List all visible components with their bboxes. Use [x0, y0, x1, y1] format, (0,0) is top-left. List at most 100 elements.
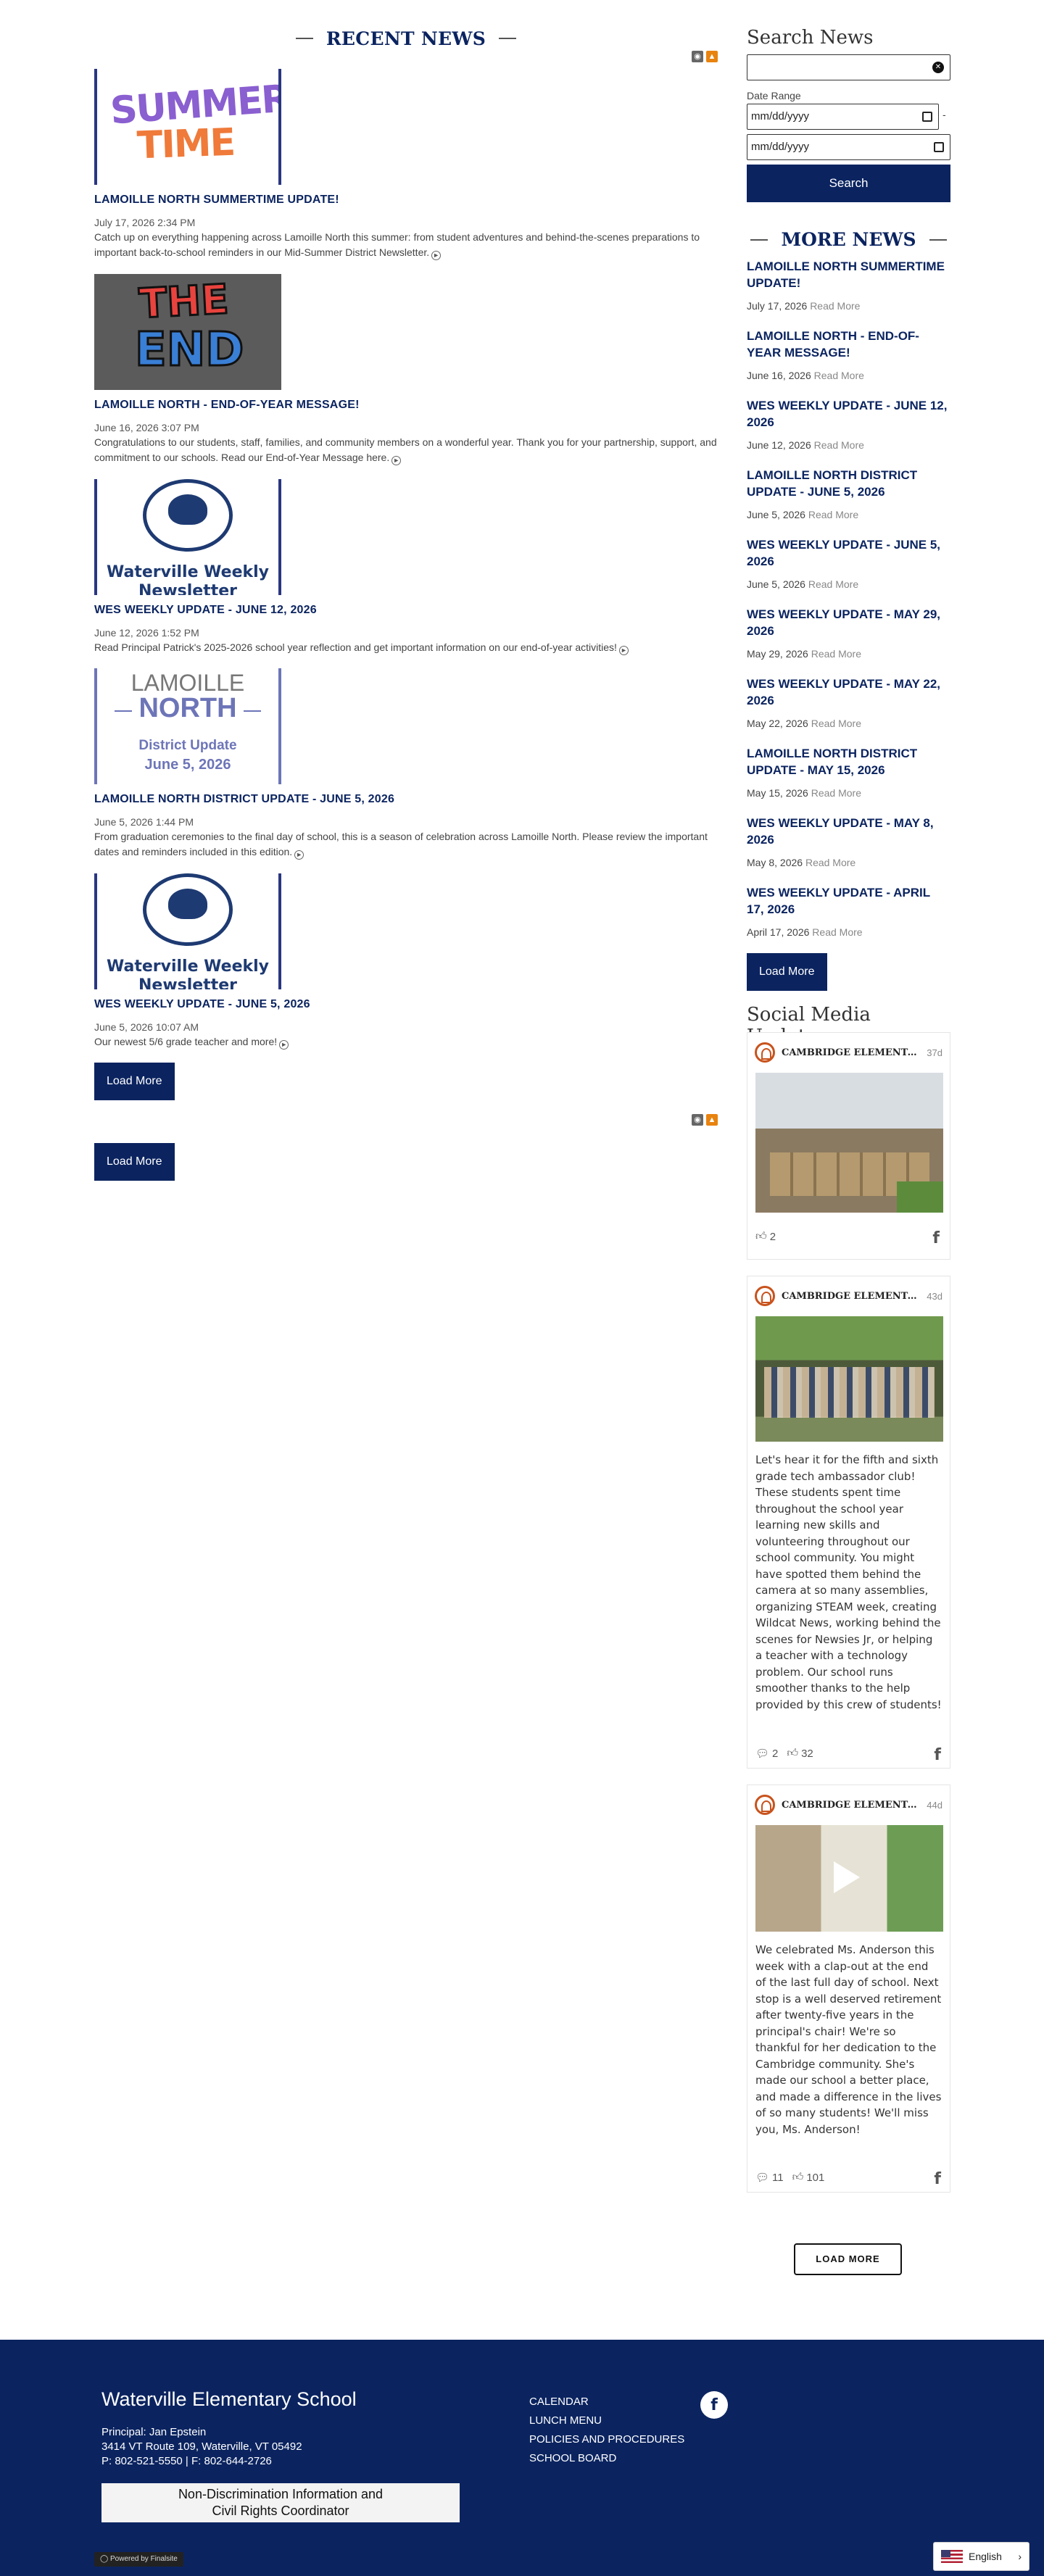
facebook-icon[interactable]: f [700, 2391, 728, 2419]
start-date-input[interactable]: mm/dd/yyyy [747, 104, 939, 130]
news-load-more-button-2[interactable]: Load More [94, 1143, 175, 1181]
more-news-title[interactable]: LAMOILLE NORTH DISTRICT UPDATE - JUNE 5,… [747, 467, 950, 500]
read-more-icon[interactable]: ► [294, 850, 304, 860]
language-selector[interactable]: English › [933, 2542, 1030, 2571]
read-more-icon[interactable]: ► [279, 1040, 289, 1050]
bell-icon[interactable]: ▲ [706, 1114, 718, 1126]
post-title[interactable]: LAMOILLE NORTH - END-OF-YEAR MESSAGE! [94, 399, 718, 412]
news-post: LAMOILLE NORTH District Update June 5, 2… [94, 668, 718, 860]
calendar-icon[interactable] [922, 112, 932, 122]
footer-link-school-board[interactable]: SCHOOL BOARD [529, 2449, 684, 2468]
news-post: THE END LAMOILLE NORTH - END-OF-YEAR MES… [94, 274, 718, 465]
read-more-icon[interactable]: ► [431, 251, 442, 260]
post-title[interactable]: LAMOILLE NORTH DISTRICT UPDATE - JUNE 5,… [94, 793, 718, 806]
footer-school-name: Waterville Elementary School [102, 2388, 357, 2410]
post-thumbnail[interactable]: LAMOILLE NORTH District Update June 5, 2… [94, 668, 281, 784]
read-more-link[interactable]: Read More [812, 926, 862, 938]
read-more-link[interactable]: Read More [810, 300, 860, 312]
social-post: CAMBRIDGE ELEMENTARY SCHOOL 43d Let's he… [747, 1276, 950, 1769]
comments-value: 11 [772, 2171, 784, 2184]
more-news-date: July 17, 2026 Read More [747, 300, 950, 312]
read-more-icon[interactable]: ► [618, 646, 629, 655]
social-post-image[interactable] [755, 1316, 943, 1442]
date-text: May 22, 2026 [747, 718, 808, 729]
date-text: June 5, 2026 [747, 509, 805, 520]
nondiscrimination-button[interactable]: Non-Discrimination Information and Civil… [102, 2483, 460, 2522]
post-thumbnail[interactable]: Waterville Weekly Newsletter [94, 873, 281, 989]
post-thumbnail[interactable]: SUMMER TIME [94, 69, 281, 185]
footer-phone[interactable]: P: 802-521-5550 | F: 802-644-2726 [102, 2454, 302, 2469]
footer-contact: Principal: Jan Epstein 3414 VT Route 109… [102, 2425, 302, 2469]
heading-rule-left [750, 238, 768, 241]
news-load-more-button[interactable]: Load More [94, 1063, 175, 1100]
footer-link-lunch-menu[interactable]: LUNCH MENU [529, 2411, 684, 2430]
facebook-icon[interactable]: f [934, 2170, 941, 2188]
powered-by-badge[interactable]: ◯ Powered by Finalsite [94, 2552, 183, 2567]
read-more-link[interactable]: Read More [811, 718, 861, 729]
news-load-more-wrap: Load More [94, 1063, 175, 1100]
search-button[interactable]: Search [747, 165, 950, 202]
more-news-title[interactable]: WES WEEKLY UPDATE - JUNE 5, 2026 [747, 536, 950, 570]
read-more-link[interactable]: Read More [811, 648, 861, 660]
post-title[interactable]: WES WEEKLY UPDATE - JUNE 5, 2026 [94, 998, 718, 1011]
play-icon[interactable] [834, 1861, 860, 1893]
more-news-title[interactable]: LAMOILLE NORTH - END-OF-YEAR MESSAGE! [747, 328, 950, 361]
facebook-icon[interactable]: f [932, 1229, 940, 1247]
read-more-link[interactable]: Read More [808, 578, 858, 590]
footer-link-policies[interactable]: POLICIES AND PROCEDURES [529, 2430, 684, 2449]
read-more-link[interactable]: Read More [811, 787, 861, 799]
read-more-link[interactable]: Read More [808, 509, 858, 520]
footer-link-calendar[interactable]: CALENDAR [529, 2393, 684, 2411]
post-title[interactable]: LAMOILLE NORTH SUMMERTIME UPDATE! [94, 194, 718, 207]
more-news-title[interactable]: WES WEEKLY UPDATE - APRIL 17, 2026 [747, 884, 950, 918]
more-news-title[interactable]: WES WEEKLY UPDATE - JUNE 12, 2026 [747, 397, 950, 431]
more-news-title[interactable]: WES WEEKLY UPDATE - MAY 29, 2026 [747, 606, 950, 639]
recent-news-heading: RECENT NEWS [326, 28, 486, 49]
post-thumbnail[interactable]: Waterville Weekly Newsletter [94, 479, 281, 595]
summary-text: Catch up on everything happening across … [94, 231, 700, 258]
social-post-video[interactable] [755, 1825, 943, 1932]
bell-icon[interactable]: ▲ [706, 51, 718, 62]
post-thumbnail[interactable]: THE END [94, 274, 281, 390]
search-input[interactable]: ✕ [747, 54, 950, 80]
more-news-title[interactable]: LAMOILLE NORTH SUMMERTIME UPDATE! [747, 258, 950, 291]
more-news-title[interactable]: WES WEEKLY UPDATE - MAY 8, 2026 [747, 815, 950, 848]
social-post-footer: 💬︎ 11 👍︎ 101 f [747, 2163, 951, 2192]
footer-address[interactable]: 3414 VT Route 109, Waterville, VT 05492 [102, 2440, 302, 2454]
social-post-age: 43d [927, 1290, 942, 1302]
read-more-link[interactable]: Read More [805, 857, 856, 868]
date-text: April 17, 2026 [747, 926, 810, 938]
read-more-link[interactable]: Read More [814, 370, 864, 381]
more-news-item: LAMOILLE NORTH - END-OF-YEAR MESSAGE! Ju… [747, 328, 950, 381]
calendar-icon[interactable] [934, 142, 944, 152]
read-more-link[interactable]: Read More [814, 439, 864, 451]
social-load-more-button[interactable]: LOAD MORE [794, 2243, 902, 2275]
more-news-load-more-button[interactable]: Load More [747, 953, 827, 991]
post-summary: From graduation ceremonies to the final … [94, 829, 718, 860]
post-date: June 5, 2026 1:44 PM [94, 816, 194, 828]
end-date-input[interactable]: mm/dd/yyyy [747, 134, 950, 160]
social-account-name[interactable]: CAMBRIDGE ELEMENTARY SCHOOL [782, 1047, 922, 1058]
social-post-image[interactable] [755, 1073, 943, 1213]
more-news-title[interactable]: LAMOILLE NORTH DISTRICT UPDATE - MAY 15,… [747, 745, 950, 778]
more-news-item: WES WEEKLY UPDATE - MAY 8, 2026 May 8, 2… [747, 815, 950, 868]
heading-rule-right [929, 238, 947, 241]
recent-news-header: RECENT NEWS [94, 28, 718, 49]
rss-icon[interactable]: ◉ [692, 1114, 703, 1126]
more-news-title[interactable]: WES WEEKLY UPDATE - MAY 22, 2026 [747, 676, 950, 709]
facebook-icon[interactable]: f [934, 1746, 941, 1764]
read-more-icon[interactable]: ► [392, 456, 402, 465]
thumbnail-text: District Update [138, 738, 237, 753]
date-text: June 12, 2026 [747, 439, 811, 451]
rss-icon[interactable]: ◉ [692, 51, 703, 62]
more-news-date: April 17, 2026 Read More [747, 926, 950, 938]
date-range-label: Date Range [747, 90, 801, 101]
clear-icon[interactable]: ✕ [932, 62, 944, 73]
post-title[interactable]: WES WEEKLY UPDATE - JUNE 12, 2026 [94, 604, 718, 617]
more-news-load-more-wrap: Load More [747, 953, 827, 991]
social-account-name[interactable]: CAMBRIDGE ELEMENTARY SCHOOL [782, 1291, 922, 1302]
more-news-item: WES WEEKLY UPDATE - JUNE 12, 2026 June 1… [747, 397, 950, 451]
date-range-dash: - [942, 109, 946, 120]
social-account-name[interactable]: CAMBRIDGE ELEMENTARY SCHOOL [782, 1800, 922, 1811]
likes-count: 👍︎ 32 [787, 1747, 813, 1760]
